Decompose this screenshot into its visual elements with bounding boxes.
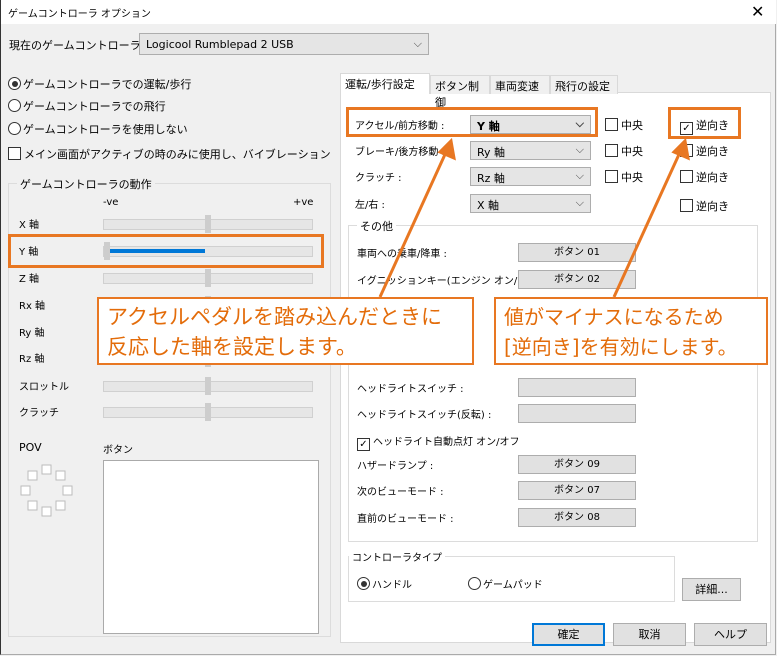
callout-right: 値がマイナスになるため [逆向き]を有効にします。 xyxy=(494,297,768,365)
callout-line: 値がマイナスになるため xyxy=(504,305,724,329)
arrowhead-left xyxy=(437,137,456,161)
arrowhead-right xyxy=(671,137,690,161)
callout-line: [逆向き]を有効にします。 xyxy=(504,335,738,359)
arrow-left xyxy=(378,149,449,298)
callout-line: アクセルペダルを踏み込んだときに xyxy=(107,305,442,329)
arrow-right xyxy=(612,149,683,298)
callout-line: 反応した軸を設定します。 xyxy=(107,335,357,359)
callout-left: アクセルペダルを踏み込んだときに 反応した軸を設定します。 xyxy=(97,297,474,365)
